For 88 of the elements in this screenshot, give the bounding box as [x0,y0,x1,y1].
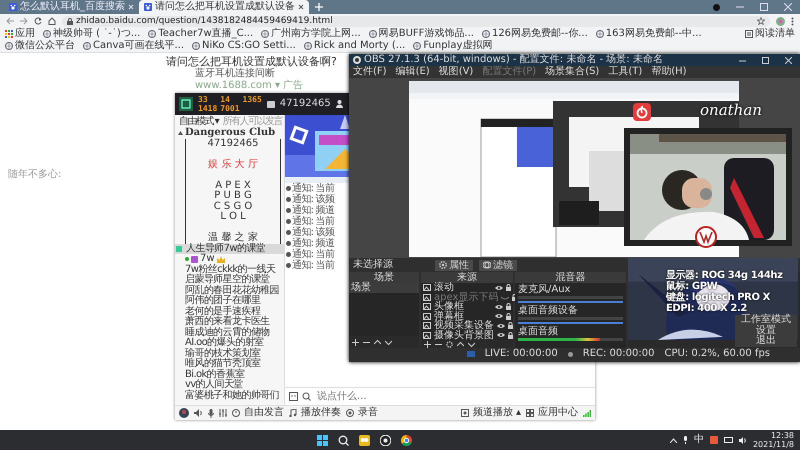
bookmark[interactable]: Canva可画在线平... [83,40,184,52]
stat-number: 33 [198,95,209,104]
bookmark[interactable]: Funplay虚拟网 [413,40,492,52]
chat-input[interactable]: 说点什么... [315,390,435,404]
ad-source: www.1688.com ▾ 广告 [195,80,304,91]
bookmark[interactable]: Teacher7w直播_C... [148,28,254,40]
channel-group[interactable]: Dangerous Club [175,128,284,138]
url-text: zhidao.baidu.com/question/1438182484459469419.html [76,16,333,26]
channel-user[interactable]: 7w [175,254,284,264]
control-button[interactable]: 设置 [735,326,797,336]
channel-room[interactable]: Bi.ok的香蕉室 [175,370,284,380]
clock[interactable]: 12:38 2021/11/8 [752,431,794,449]
status-text: REC: 00:00:00 [582,348,654,360]
channel-room[interactable]: 老何的是手速疾程 [175,306,284,317]
stat-number: 7001 [220,104,240,113]
toolbar-button[interactable]: 自由发言 [232,407,284,419]
bookmark[interactable]: 微信公众平台 [5,40,75,52]
toolbar-button[interactable]: 属性 [435,260,473,270]
channel-room[interactable]: 7w粉丝ckkk的一线天 [175,264,284,275]
control-button[interactable]: 退出 [735,336,797,346]
mode-dropdown[interactable]: 自由模式 ▾ [179,116,218,127]
address-bar[interactable]: zhidao.baidu.com/question/1438182484459469419.html [62,16,770,26]
input-method[interactable]: 中 [694,434,704,446]
bookmark[interactable]: 126网易免费邮--你... [482,28,588,40]
ad-text: 蓝牙耳机连接间断 [195,68,275,80]
reading-list[interactable]: 阅读清单 [745,28,795,40]
menu-item[interactable]: 帮助(H) [651,66,687,78]
menu-item[interactable]: 视图(V) [438,66,474,78]
channel-id: 47192465 [280,98,331,110]
track-name: 麦克风/Aux [518,284,570,295]
menu-item[interactable]: 场景集合(S) [545,66,600,78]
menu-item[interactable]: 工具(T) [608,66,642,78]
dock-header: 场景 [349,272,419,283]
source-item[interactable]: 弹幕框 [421,312,513,321]
channel-room[interactable]: 唯风的猫节秃顶室 [175,359,284,370]
menu-item[interactable]: 文件(F) [353,66,387,78]
bookmark[interactable]: Rick and Morty (... [304,40,406,52]
toolbar-button[interactable]: 播放伴奏 [289,407,341,419]
browser-tab[interactable]: 怎么默认耳机_百度搜索 [4,0,139,14]
bookmark[interactable]: 神级帅哥 ( ˙-˙)つ... [43,28,140,40]
channel-room[interactable]: 启蒙导师星空的课堂 [175,275,284,286]
channel-row[interactable]: L O L [185,212,281,222]
channel-row[interactable]: P U B G [185,191,281,202]
bookmark[interactable]: 163网易免费邮--中... [596,28,702,40]
selection-label: 未选择源 [353,259,393,271]
source-item[interactable]: 视频采集设备 [421,321,513,330]
channel-row[interactable]: A P E X [185,180,281,191]
bookmark[interactable]: 网易BUFF游戏饰品... [368,28,474,40]
source-item[interactable]: 头像框 [421,302,513,312]
track-name: 桌面音频设备 [518,305,578,316]
toolbar-button[interactable]: 频道播放 ▴ [460,407,521,419]
stat-number: 1418 [198,104,218,113]
spec-text: 显示器: ROG 34g 144hz [666,270,783,281]
source-item[interactable]: 摄像头背景图 [421,330,513,340]
channel-row[interactable]: 47192465 [185,138,281,149]
source-item[interactable]: 滚动 [421,283,513,292]
channel-row[interactable]: C S G O [185,202,281,212]
window-title: OBS 27.1.3 (64-bit, windows) - 配置文件: 未命名 - 场景: 未命名 [364,54,663,66]
channel-room[interactable]: AI.oo的爆头的射室 [175,338,284,348]
status-text: CPU: 0.2%, 60.00 fps [664,348,770,360]
bookmark[interactable]: NiKo CS:GO Setti... [192,40,296,52]
status-text: LIVE: 00:00:00 [484,348,558,360]
browser-tab[interactable]: 请问怎么把耳机设置成默认设备 [139,0,309,14]
bookmark[interactable]: 广州南方学院上网... [261,28,361,40]
track-name: 桌面音频 [518,326,558,337]
dock-header: 混音器 [515,272,626,283]
toolbar-button[interactable]: 滤镜 [479,260,517,270]
permission-text: 所有人可以发言 [222,116,282,127]
channel-room[interactable]: 睡成迪的云霄的储物 [175,328,284,338]
scene-item[interactable]: 场景 [349,283,419,292]
channel-room[interactable]: 人生导师7w的课堂 [175,244,284,254]
channel-room[interactable]: 瑜哥的枝术策划室 [175,348,284,359]
toolbar-button[interactable]: 应用中心 [526,407,578,419]
question-title: 请问怎么把耳机设置成默认设备啊? [166,55,337,68]
control-button[interactable]: 工作室模式 [735,315,797,326]
channel-room[interactable]: 阿伟的团子在哪里 [175,296,284,306]
side-text: 随年不多心: [8,169,62,181]
channel-room[interactable]: vv的人间天堂 [175,380,284,390]
channel-room[interactable]: 阿乱的春田花花幼稚园 [175,286,284,296]
channel-row[interactable]: 娱 乐 大 厅 [185,160,281,170]
stat-number: 14 [220,95,231,104]
menu-item[interactable]: 编辑(E) [396,66,430,78]
dock-header: 来源 [421,272,513,283]
toolbar-button[interactable]: 录音 [346,407,378,419]
channel-room[interactable]: 萧西的来看龙卡医生 [175,317,284,328]
stat-number: 1365 [242,95,262,104]
bookmark[interactable]: 应用 [5,28,35,40]
channel-room[interactable]: 富婆桃子和她的帅哥们 [175,390,284,401]
